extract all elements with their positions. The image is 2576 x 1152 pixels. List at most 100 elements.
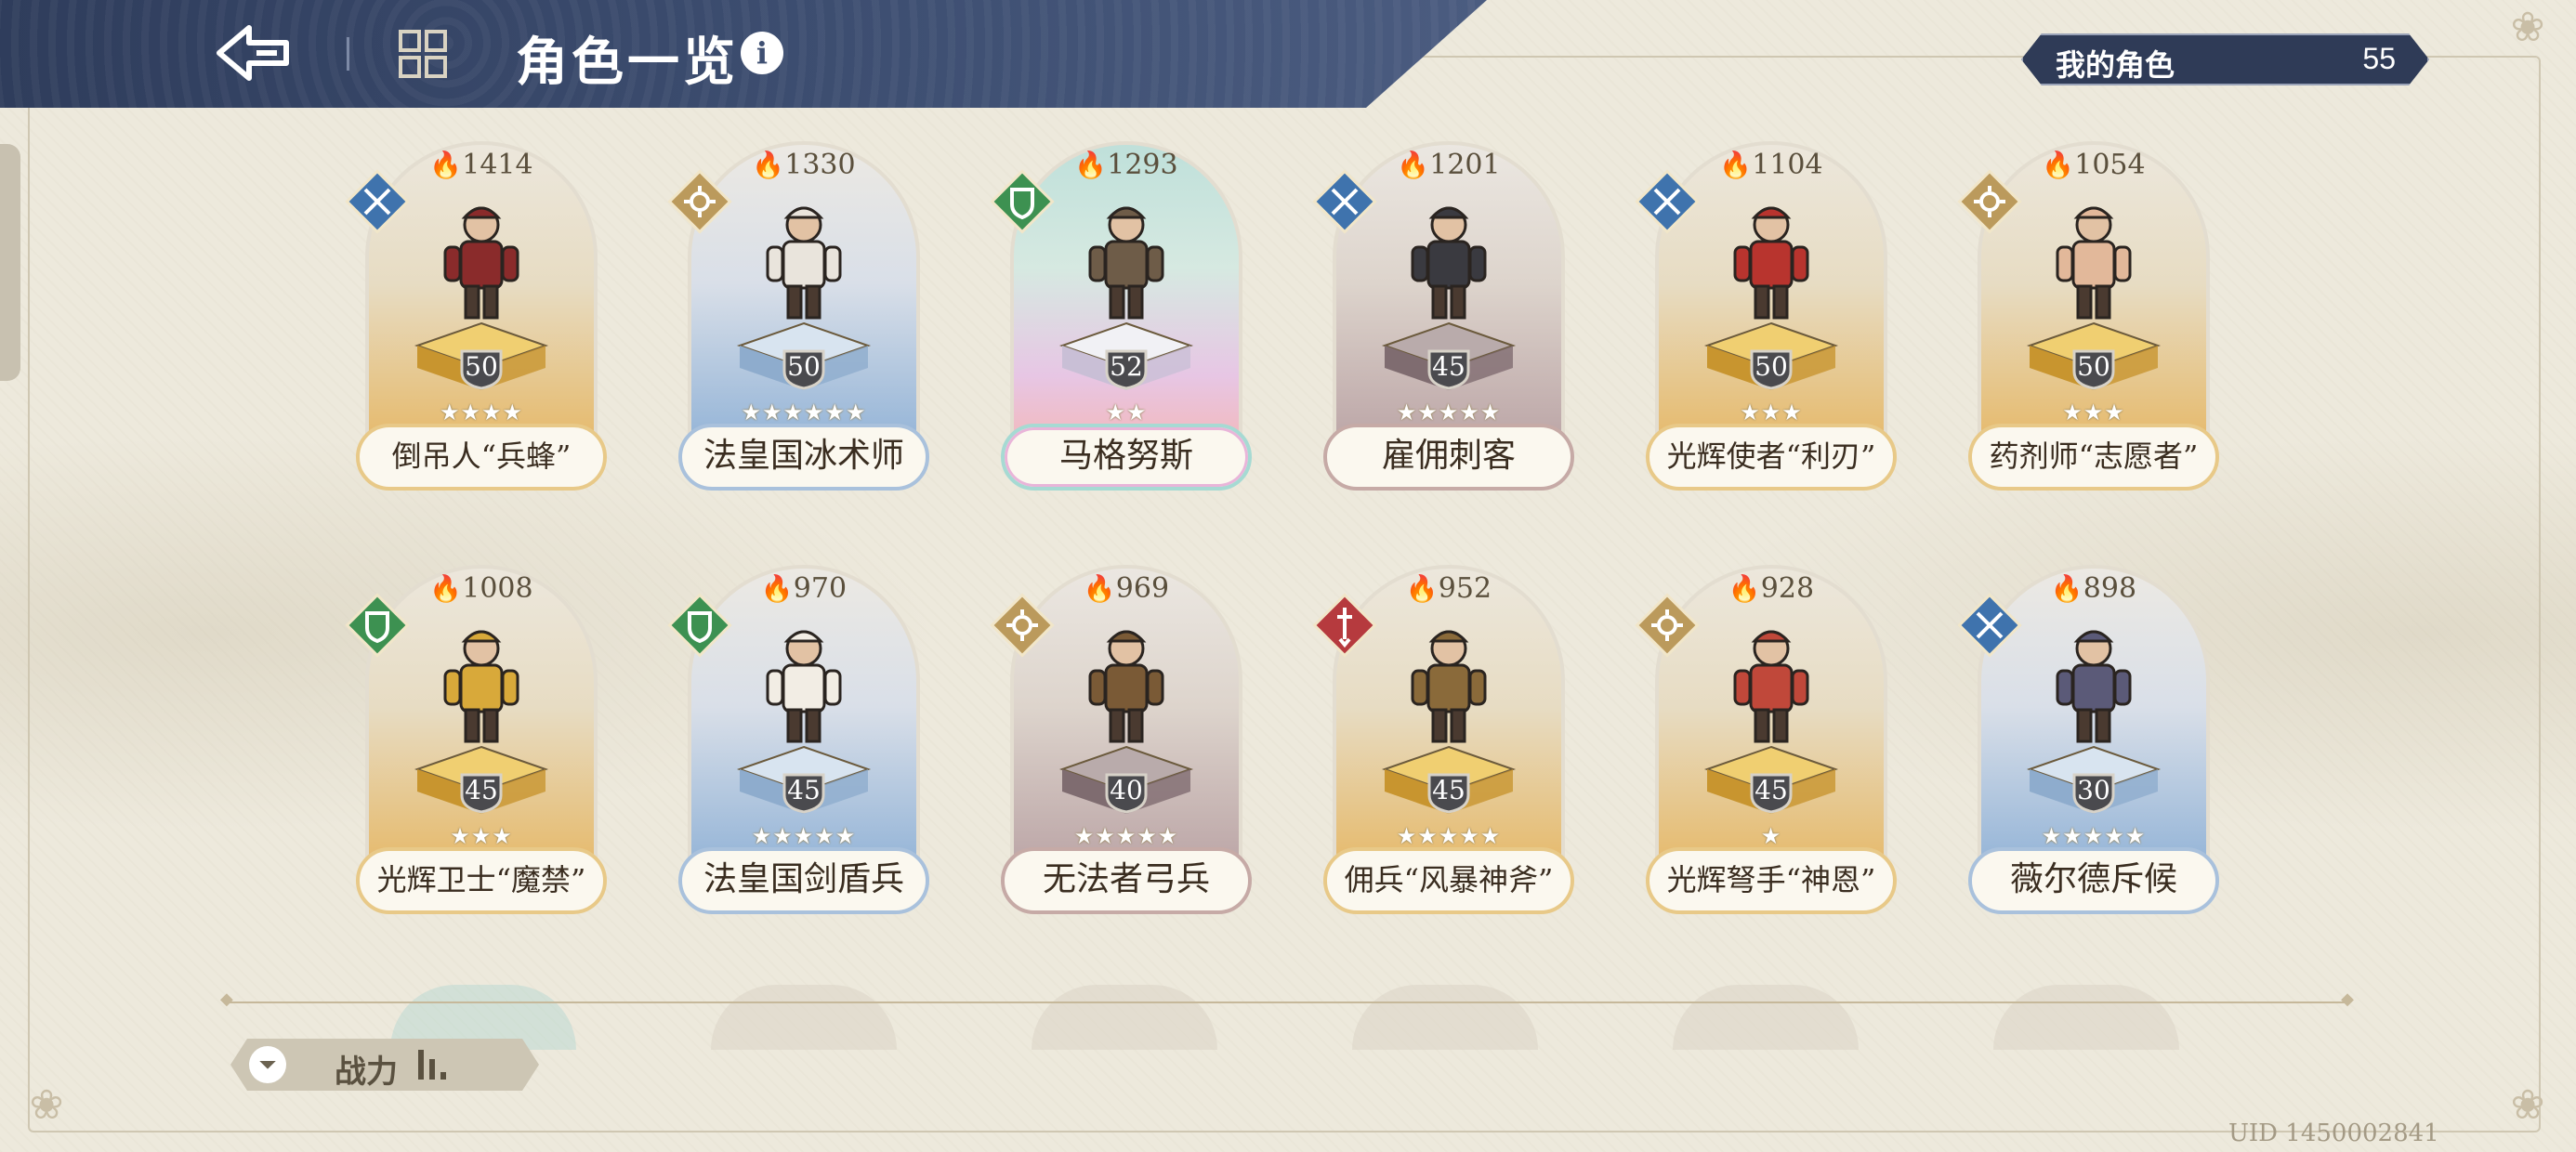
sort-descending-icon xyxy=(414,1048,461,1081)
my-characters-badge: 我的角色 55 xyxy=(2021,33,2429,85)
character-card-6[interactable]: 🔥1054 50 ★★★ 药剂师“志愿者” xyxy=(1957,141,2219,494)
character-name: 薇尔德斥候 xyxy=(1968,847,2219,914)
level-value: 50 xyxy=(2077,351,2110,382)
star-rating: ★★★★★ xyxy=(751,823,857,849)
level-value: 50 xyxy=(465,351,498,382)
level-badge: 50 xyxy=(781,347,827,390)
character-sprite xyxy=(1733,206,1809,320)
character-name: 光辉卫士“魔禁” xyxy=(356,847,607,914)
flame-icon: 🔥 xyxy=(2050,573,2083,604)
character-sprite xyxy=(1411,630,1487,743)
class-icon xyxy=(1957,593,2022,658)
character-name: 法皇国剑盾兵 xyxy=(678,847,929,914)
flame-icon: 🔥 xyxy=(1083,573,1116,604)
star-rating: ★★★★ xyxy=(439,399,524,425)
character-sprite xyxy=(766,206,842,320)
character-name: 法皇国冰术师 xyxy=(678,424,929,491)
character-sprite xyxy=(1733,630,1809,743)
star-rating: ★ xyxy=(1760,823,1782,849)
star-rating: ★★★ xyxy=(1740,399,1803,425)
level-value: 50 xyxy=(787,351,821,382)
sort-button[interactable]: ⏷ 战力 xyxy=(230,1039,539,1091)
level-badge: 45 xyxy=(781,771,827,814)
class-icon xyxy=(1635,169,1700,234)
character-sprite xyxy=(443,206,519,320)
character-sprite xyxy=(443,630,519,743)
character-card-7[interactable]: 🔥1008 45 ★★★ 光辉卫士“魔禁” xyxy=(345,565,607,918)
class-icon xyxy=(1312,169,1377,234)
level-badge: 45 xyxy=(1426,347,1472,390)
star-rating: ★★★★★★ xyxy=(741,399,867,425)
flame-icon: 🔥 xyxy=(429,150,463,180)
class-icon xyxy=(1635,593,1700,658)
star-rating: ★★★★★ xyxy=(1396,399,1502,425)
page-title: 角色一览 xyxy=(516,32,739,93)
star-rating: ★★★★★ xyxy=(2041,823,2147,849)
corner-ornament-icon: ❀ xyxy=(2510,4,2545,51)
level-badge: 45 xyxy=(1748,771,1794,814)
character-sprite xyxy=(766,630,842,743)
sort-label: 战力 xyxy=(335,1054,398,1091)
level-badge: 45 xyxy=(1426,771,1472,814)
level-badge: 40 xyxy=(1103,771,1150,814)
filter-icon: ⏷ xyxy=(249,1046,286,1083)
my-characters-count: 55 xyxy=(2362,42,2396,75)
star-rating: ★★ xyxy=(1105,399,1148,425)
character-card-3[interactable]: 🔥1293 52 ★★ 马格努斯 xyxy=(990,141,1252,494)
flame-icon: 🔥 xyxy=(752,150,785,180)
back-arrow-icon xyxy=(217,25,289,81)
class-icon xyxy=(1312,593,1377,658)
level-value: 50 xyxy=(1755,351,1788,382)
back-button[interactable] xyxy=(212,20,296,85)
class-icon xyxy=(990,169,1055,234)
class-icon xyxy=(667,593,732,658)
level-value: 40 xyxy=(1110,775,1143,805)
flame-icon: 🔥 xyxy=(760,573,794,604)
level-value: 45 xyxy=(1432,775,1465,805)
level-badge: 30 xyxy=(2070,771,2117,814)
level-value: 45 xyxy=(787,775,821,805)
character-card-9[interactable]: 🔥969 40 ★★★★★ 无法者弓兵 xyxy=(990,565,1252,918)
grid-view-button[interactable] xyxy=(395,26,451,82)
character-sprite xyxy=(2056,206,2132,320)
level-value: 30 xyxy=(2077,775,2110,805)
character-card-2[interactable]: 🔥1330 50 ★★★★★★ 法皇国冰术师 xyxy=(667,141,929,494)
flame-icon: 🔥 xyxy=(1397,150,1430,180)
character-sprite xyxy=(2056,630,2132,743)
flame-icon: 🔥 xyxy=(1719,150,1753,180)
side-drawer-tab[interactable] xyxy=(0,144,20,381)
character-name: 马格努斯 xyxy=(1001,424,1252,491)
corner-ornament-icon: ❀ xyxy=(29,1081,64,1129)
class-icon xyxy=(345,169,410,234)
character-card-8[interactable]: 🔥970 45 ★★★★★ 法皇国剑盾兵 xyxy=(667,565,929,918)
star-rating: ★★★ xyxy=(450,823,513,849)
character-card-10[interactable]: 🔥952 45 ★★★★★ 佣兵“风暴神斧” xyxy=(1312,565,1574,918)
character-card-11[interactable]: 🔥928 45 ★ 光辉弩手“神恩” xyxy=(1635,565,1897,918)
character-card-4[interactable]: 🔥1201 45 ★★★★★ 雇佣刺客 xyxy=(1312,141,1574,494)
character-name: 佣兵“风暴神斧” xyxy=(1323,847,1574,914)
star-rating: ★★★★★ xyxy=(1073,823,1179,849)
star-rating: ★★★★★ xyxy=(1396,823,1502,849)
level-badge: 45 xyxy=(458,771,505,814)
section-divider xyxy=(220,989,2354,1009)
level-value: 45 xyxy=(1755,775,1788,805)
my-characters-label: 我的角色 xyxy=(2056,48,2175,82)
character-card-1[interactable]: 🔥1414 50 ★★★★ 倒吊人“兵蜂” xyxy=(345,141,607,494)
info-icon[interactable]: i xyxy=(741,32,783,74)
level-badge: 50 xyxy=(458,347,505,390)
character-name: 倒吊人“兵蜂” xyxy=(356,424,607,491)
user-id: UID 1450002841 xyxy=(2228,1119,2439,1147)
character-name: 药剂师“志愿者” xyxy=(1968,424,2219,491)
character-name: 雇佣刺客 xyxy=(1323,424,1574,491)
flame-icon: 🔥 xyxy=(1074,150,1108,180)
level-badge: 50 xyxy=(1748,347,1794,390)
character-card-12[interactable]: 🔥898 30 ★★★★★ 薇尔德斥候 xyxy=(1957,565,2219,918)
flame-icon: 🔥 xyxy=(1405,573,1439,604)
header-divider xyxy=(347,37,349,71)
level-badge: 50 xyxy=(2070,347,2117,390)
level-value: 45 xyxy=(465,775,498,805)
grid-view-icon xyxy=(399,30,447,78)
character-card-5[interactable]: 🔥1104 50 ★★★ 光辉使者“利刃” xyxy=(1635,141,1897,494)
character-name: 无法者弓兵 xyxy=(1001,847,1252,914)
character-sprite xyxy=(1088,630,1164,743)
